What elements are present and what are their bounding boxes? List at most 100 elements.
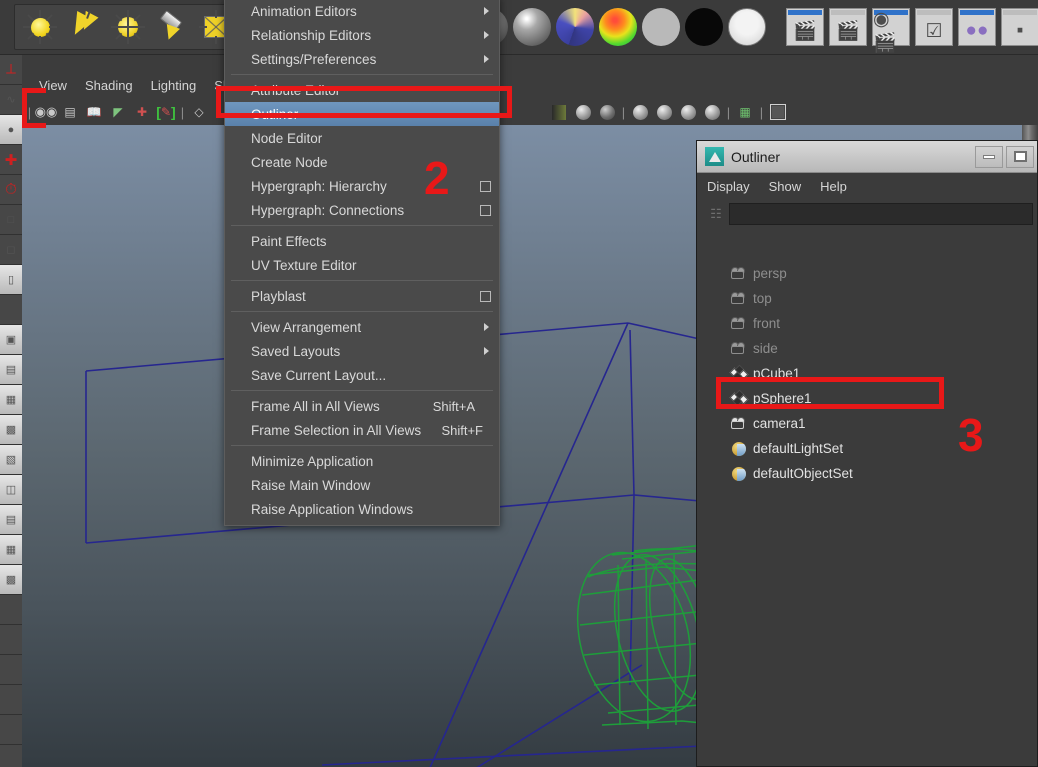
hardware-texture-icon[interactable] — [653, 101, 675, 123]
tool-rotate-button[interactable]: ⏱ — [0, 175, 22, 205]
menu-item-raise-main-window[interactable]: Raise Main Window — [225, 473, 499, 497]
menu-item-hypergraph-hierarchy[interactable]: Hypergraph: Hierarchy — [225, 174, 499, 198]
outliner-menu-show[interactable]: Show — [769, 177, 813, 196]
layout-persp-graph-button[interactable]: ▦ — [0, 385, 22, 415]
image-plane-icon[interactable]: ✚ — [131, 101, 153, 123]
outliner-menu-display[interactable]: Display — [707, 177, 761, 196]
panel-menu-lighting[interactable]: Lighting — [142, 76, 206, 95]
tool-select-button[interactable]: ⟂ — [0, 55, 22, 85]
layout-extra5-button[interactable] — [0, 655, 22, 685]
high-quality-render-icon[interactable] — [701, 101, 723, 123]
shading-map-icon[interactable] — [685, 8, 723, 46]
layout-extra7-button[interactable] — [0, 715, 22, 745]
ramp-shader-icon[interactable] — [556, 8, 594, 46]
layout-persp-outliner-button[interactable]: ▤ — [0, 355, 22, 385]
menu-item-saved-layouts[interactable]: Saved Layouts — [225, 339, 499, 363]
point-light-icon[interactable] — [108, 8, 148, 46]
option-box-icon[interactable] — [480, 290, 491, 302]
window-menu-popup[interactable]: Animation Editors Relationship Editors S… — [224, 0, 500, 526]
menu-item-node-editor[interactable]: Node Editor — [225, 126, 499, 150]
flat-shade-icon[interactable] — [629, 101, 651, 123]
menu-item-playblast[interactable]: Playblast — [225, 284, 499, 308]
outliner-item-defaultobjectset[interactable]: defaultObjectSet — [703, 461, 1035, 486]
ambient-light-icon[interactable] — [20, 8, 60, 46]
two-sided-lighting-icon[interactable]: [✎] — [155, 101, 177, 123]
outliner-menu-help[interactable]: Help — [820, 177, 858, 196]
camera-attributes-icon[interactable]: ▤ — [59, 101, 81, 123]
tool-paint-button[interactable]: ● — [0, 115, 22, 145]
directional-light-icon[interactable] — [64, 8, 104, 46]
menu-item-frame-all-in-all-views[interactable]: Frame All in All Views Shift+A — [225, 394, 499, 418]
menu-item-uv-texture-editor[interactable]: UV Texture Editor — [225, 253, 499, 277]
layout-single-button[interactable]: ▯ — [0, 265, 22, 295]
minimize-button[interactable] — [975, 145, 1003, 168]
hardware-lighting-icon[interactable] — [677, 101, 699, 123]
tool-lasso-button[interactable]: ∿ — [0, 85, 22, 115]
layered-shader-icon[interactable] — [728, 8, 766, 46]
layout-extra2-button[interactable]: ▩ — [0, 565, 22, 595]
maximize-button[interactable] — [1006, 145, 1034, 168]
render-current-frame-icon[interactable]: 🎬 — [786, 8, 824, 46]
tool-scale-button[interactable]: □ — [0, 205, 22, 235]
outliner-item-pcube1[interactable]: pCube1 — [703, 361, 1035, 386]
ipr-render-icon[interactable]: 🎬 — [829, 8, 867, 46]
menu-item-frame-selection-in-all-views[interactable]: Frame Selection in All Views Shift+F — [225, 418, 499, 442]
outliner-tree[interactable]: persp top front side pCube1 pSphere1 cam… — [703, 261, 1035, 764]
menu-item-save-current-layout[interactable]: Save Current Layout... — [225, 363, 499, 387]
layout-persp-render-button[interactable]: ▧ — [0, 445, 22, 475]
layout-relationship-button[interactable]: ▤ — [0, 505, 22, 535]
menu-item-view-arrangement[interactable]: View Arrangement — [225, 315, 499, 339]
tool-move-button[interactable]: ✚ — [0, 145, 22, 175]
menu-item-settings-preferences[interactable]: Settings/Preferences — [225, 47, 499, 71]
surface-shader-icon[interactable] — [599, 8, 637, 46]
layout-hypershade-button[interactable]: ▩ — [0, 415, 22, 445]
tool-last-used-button[interactable]: ◻ — [0, 235, 22, 265]
isolate-select-icon[interactable]: ▦ — [734, 101, 756, 123]
layout-four-view-button[interactable]: ▣ — [0, 325, 22, 355]
render-view-icon[interactable]: ☑ — [915, 8, 953, 46]
outliner-item-label: pSphere1 — [753, 391, 812, 406]
menu-item-minimize-application[interactable]: Minimize Application — [225, 449, 499, 473]
smooth-shade-selected-icon[interactable] — [596, 101, 618, 123]
smooth-shade-all-icon[interactable] — [572, 101, 594, 123]
outliner-item-psphere1[interactable]: pSphere1 — [703, 386, 1035, 411]
outliner-title-bar[interactable]: Outliner — [697, 141, 1037, 173]
render-extra-icon[interactable]: ▪ — [1001, 8, 1038, 46]
layout-extra8-button[interactable] — [0, 745, 22, 767]
book-icon[interactable]: 📖 — [83, 101, 105, 123]
option-box-icon[interactable] — [480, 180, 491, 192]
outliner-item-defaultlightset[interactable]: defaultLightSet — [703, 436, 1035, 461]
menu-item-relationship-editors[interactable]: Relationship Editors — [225, 23, 499, 47]
layout-extra1-button[interactable]: ▦ — [0, 535, 22, 565]
layout-extra6-button[interactable] — [0, 685, 22, 715]
search-input[interactable] — [729, 203, 1033, 225]
wireframe-shading-icon[interactable] — [548, 101, 570, 123]
outliner-window[interactable]: Outliner Display Show Help ☷ persp top f… — [696, 140, 1038, 767]
layout-two-pane-button[interactable]: ◫ — [0, 475, 22, 505]
option-box-icon[interactable] — [480, 204, 491, 216]
hypershade-icon[interactable]: ●● — [958, 8, 996, 46]
layout-extra3-button[interactable] — [0, 595, 22, 625]
render-settings-icon[interactable]: ◉🎬 — [872, 8, 910, 54]
menu-item-attribute-editor[interactable]: Attribute Editor — [225, 78, 499, 102]
outliner-item-top[interactable]: top — [703, 286, 1035, 311]
menu-item-hypergraph-connections[interactable]: Hypergraph: Connections — [225, 198, 499, 222]
xray-icon[interactable]: ◇ — [188, 101, 210, 123]
outliner-item-persp[interactable]: persp — [703, 261, 1035, 286]
panel-menu-shading[interactable]: Shading — [76, 76, 142, 95]
menu-item-paint-effects[interactable]: Paint Effects — [225, 229, 499, 253]
use-background-icon[interactable] — [642, 8, 680, 46]
spot-light-icon[interactable] — [152, 8, 192, 46]
grid-toggle-icon[interactable]: ◤ — [107, 101, 129, 123]
layout-extra4-button[interactable] — [0, 625, 22, 655]
outliner-item-side[interactable]: side — [703, 336, 1035, 361]
menu-item-animation-editors[interactable]: Animation Editors — [225, 0, 499, 23]
outliner-item-front[interactable]: front — [703, 311, 1035, 336]
xray-joints-icon[interactable] — [767, 101, 789, 123]
outliner-item-camera1[interactable]: camera1 — [703, 411, 1035, 436]
menu-item-create-node[interactable]: Create Node — [225, 150, 499, 174]
search-icon[interactable]: ☷ — [703, 203, 729, 225]
blinn-material-icon[interactable] — [513, 8, 551, 46]
menu-item-outliner[interactable]: Outliner — [225, 102, 499, 126]
menu-item-raise-application-windows[interactable]: Raise Application Windows — [225, 497, 499, 521]
